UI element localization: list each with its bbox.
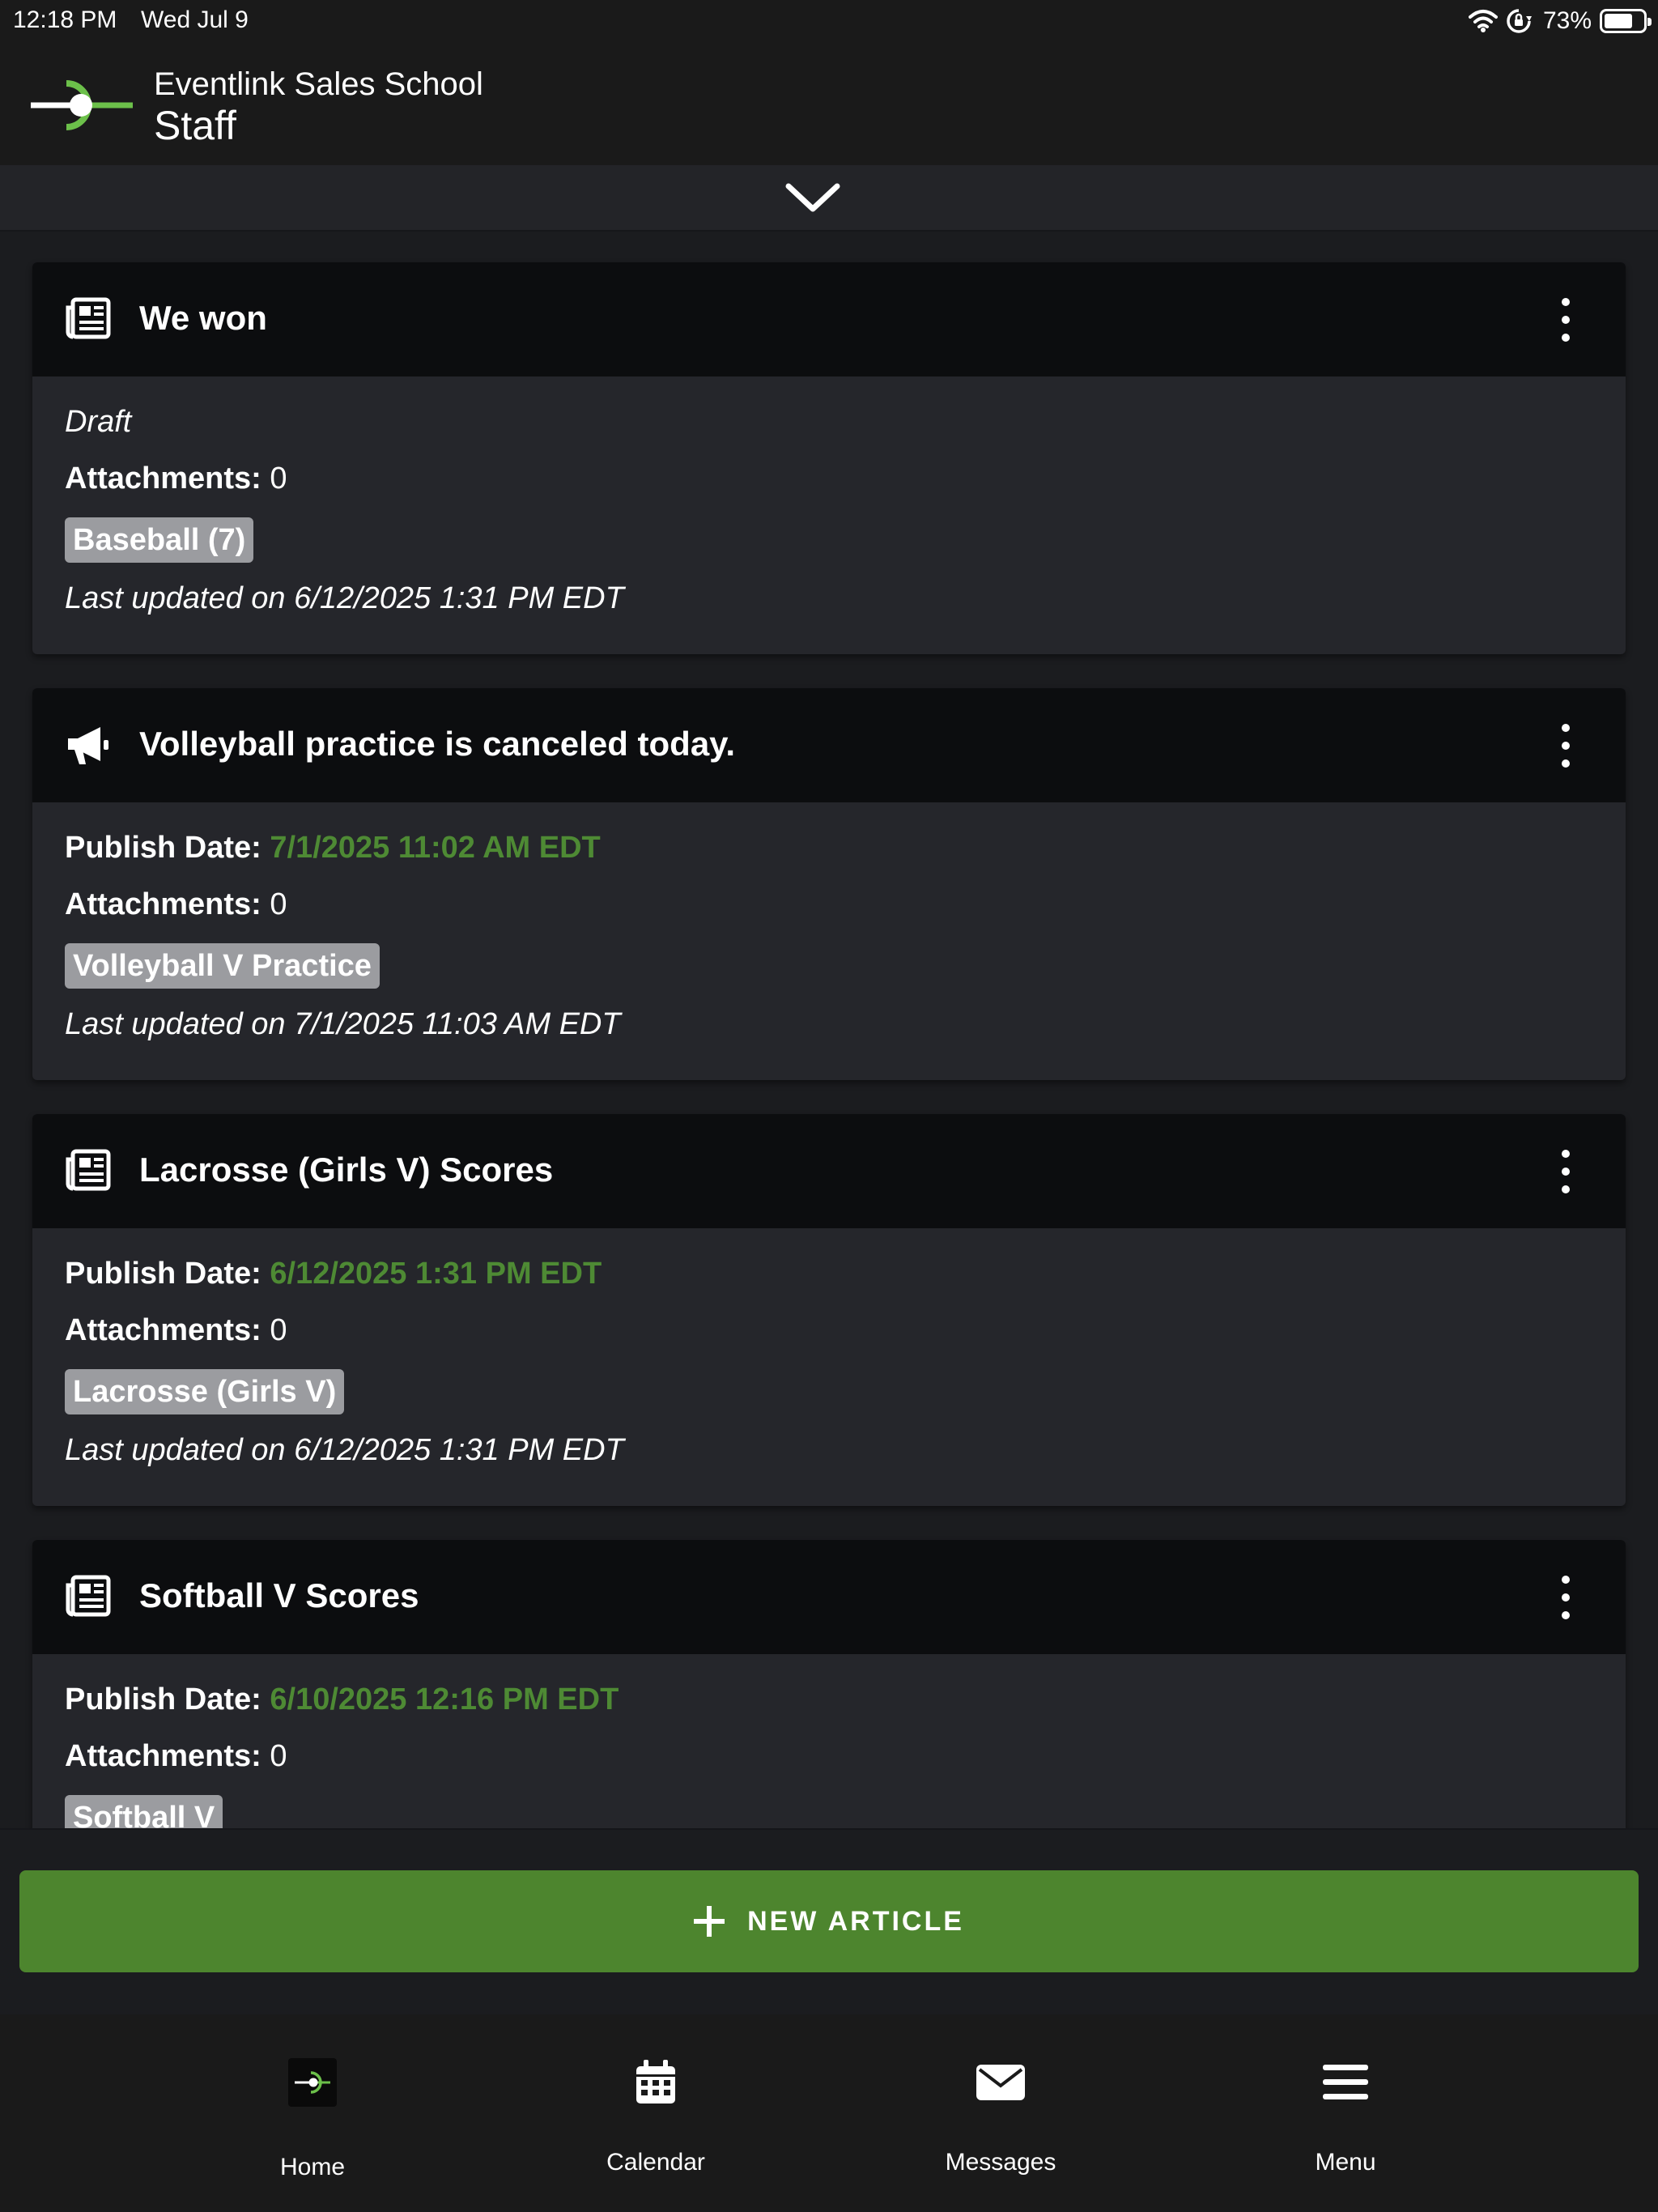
status-bar: 12:18 PM Wed Jul 9 73% [0, 0, 1658, 42]
article-last-updated: Last updated on 6/12/2025 1:31 PM EDT [65, 1433, 624, 1467]
article-last-updated: Last updated on 7/1/2025 11:03 AM EDT [65, 1007, 621, 1041]
attachments-label: Attachments: [65, 462, 261, 496]
hamburger-menu-icon [1323, 2065, 1368, 2099]
publish-date-value: 7/1/2025 11:02 AM EDT [270, 831, 601, 865]
article-publish-date: Publish Date: 6/10/2025 12:16 PM EDT [65, 1682, 1593, 1738]
publish-date-label: Publish Date: [65, 1257, 261, 1291]
attachments-count: 0 [270, 887, 287, 921]
article-tag: Lacrosse (Girls V) [65, 1369, 345, 1414]
article-last-updated: Last updated on 6/12/2025 1:31 PM EDT [65, 581, 624, 615]
publish-date-value: 6/12/2025 1:31 PM EDT [270, 1257, 602, 1291]
publish-date-value: 6/10/2025 12:16 PM EDT [270, 1682, 619, 1716]
article-card-header[interactable]: Lacrosse (Girls V) Scores [32, 1114, 1626, 1228]
attachments-label: Attachments: [65, 887, 261, 921]
megaphone-icon [68, 727, 108, 764]
article-title[interactable]: Softball V Scores [139, 1576, 419, 1615]
more-options-icon[interactable] [1558, 1576, 1574, 1619]
article-card-header[interactable]: We won [32, 262, 1626, 376]
new-article-label: NEW ARTICLE [747, 1905, 964, 1937]
newspaper-icon [66, 1149, 111, 1191]
article-card-header[interactable]: Volleyball practice is canceled today. [32, 688, 1626, 802]
calendar-icon [636, 2060, 675, 2104]
article-card-header[interactable]: Softball V Scores [32, 1540, 1626, 1654]
article-card[interactable]: Softball V Scores Publish Date: 6/10/202… [32, 1540, 1626, 1828]
newspaper-icon [66, 297, 111, 339]
attachments-count: 0 [270, 1739, 287, 1773]
tab-calendar-label: Calendar [606, 2149, 705, 2176]
article-publish-date: Publish Date: 7/1/2025 11:02 AM EDT [65, 830, 1593, 887]
tab-home[interactable]: Home [191, 2014, 434, 2212]
article-title[interactable]: We won [139, 299, 267, 338]
role-name: Staff [154, 103, 236, 148]
chevron-down-icon[interactable] [784, 180, 842, 215]
attachments-count: 0 [270, 462, 287, 496]
home-logo-icon [288, 2058, 337, 2107]
article-card[interactable]: Lacrosse (Girls V) Scores Publish Date: … [32, 1114, 1626, 1506]
attachments-label: Attachments: [65, 1313, 261, 1347]
tab-home-label: Home [279, 2154, 346, 2180]
more-options-icon[interactable] [1558, 298, 1574, 342]
article-publish-date: Publish Date: 6/12/2025 1:31 PM EDT [65, 1256, 1593, 1312]
attachments-label: Attachments: [65, 1739, 261, 1773]
article-list[interactable]: We won Draft Attachments: 0 Baseball (7)… [0, 232, 1658, 1828]
status-time: 12:18 PM [13, 6, 117, 33]
bottom-tab-bar: Home Calendar Messages Menu [0, 2014, 1658, 2212]
article-title[interactable]: Volleyball practice is canceled today. [139, 725, 735, 764]
article-tag: Softball V [65, 1795, 223, 1828]
article-card[interactable]: Volleyball practice is canceled today. P… [32, 688, 1626, 1080]
article-attachments: Attachments: 0 [65, 1738, 1593, 1795]
orientation-lock-icon [1507, 9, 1532, 33]
article-card-body: Publish Date: 7/1/2025 11:02 AM EDT Atta… [32, 802, 1626, 1063]
tab-menu[interactable]: Menu [1224, 2014, 1467, 2212]
battery-percent: 73% [1542, 7, 1592, 34]
newspaper-icon [66, 1575, 111, 1617]
new-article-button[interactable]: NEW ARTICLE [19, 1870, 1639, 1972]
article-card-body: Draft Attachments: 0 Baseball (7) Last u… [32, 376, 1626, 637]
article-card[interactable]: We won Draft Attachments: 0 Baseball (7)… [32, 262, 1626, 654]
article-attachments: Attachments: 0 [65, 887, 1593, 943]
article-card-body: Publish Date: 6/10/2025 12:16 PM EDT Att… [32, 1654, 1626, 1828]
more-options-icon[interactable] [1558, 724, 1574, 768]
tab-menu-label: Menu [1315, 2149, 1376, 2176]
article-tag: Baseball (7) [65, 517, 254, 563]
article-tag: Volleyball V Practice [65, 943, 380, 989]
status-date: Wed Jul 9 [141, 6, 249, 33]
article-status: Draft [65, 405, 132, 439]
status-right: 73% [1468, 5, 1652, 37]
publish-date-label: Publish Date: [65, 1682, 261, 1716]
tab-messages-label: Messages [945, 2149, 1056, 2176]
tab-calendar[interactable]: Calendar [534, 2014, 777, 2212]
attachments-count: 0 [270, 1313, 287, 1347]
battery-fill [1605, 14, 1632, 28]
article-title[interactable]: Lacrosse (Girls V) Scores [139, 1151, 553, 1189]
eventlink-logo-icon [31, 80, 133, 130]
article-attachments: Attachments: 0 [65, 461, 1593, 517]
publish-date-label: Publish Date: [65, 831, 261, 865]
article-attachments: Attachments: 0 [65, 1312, 1593, 1369]
envelope-icon [976, 2065, 1025, 2100]
wifi-icon [1468, 10, 1498, 32]
battery-icon [1600, 9, 1652, 33]
school-name: Eventlink Sales School [154, 66, 483, 102]
app-header: Eventlink Sales School Staff [0, 42, 1658, 165]
plus-icon [694, 1906, 725, 1937]
tab-messages[interactable]: Messages [879, 2014, 1122, 2212]
more-options-icon[interactable] [1558, 1150, 1574, 1193]
article-card-body: Publish Date: 6/12/2025 1:31 PM EDT Atta… [32, 1228, 1626, 1489]
